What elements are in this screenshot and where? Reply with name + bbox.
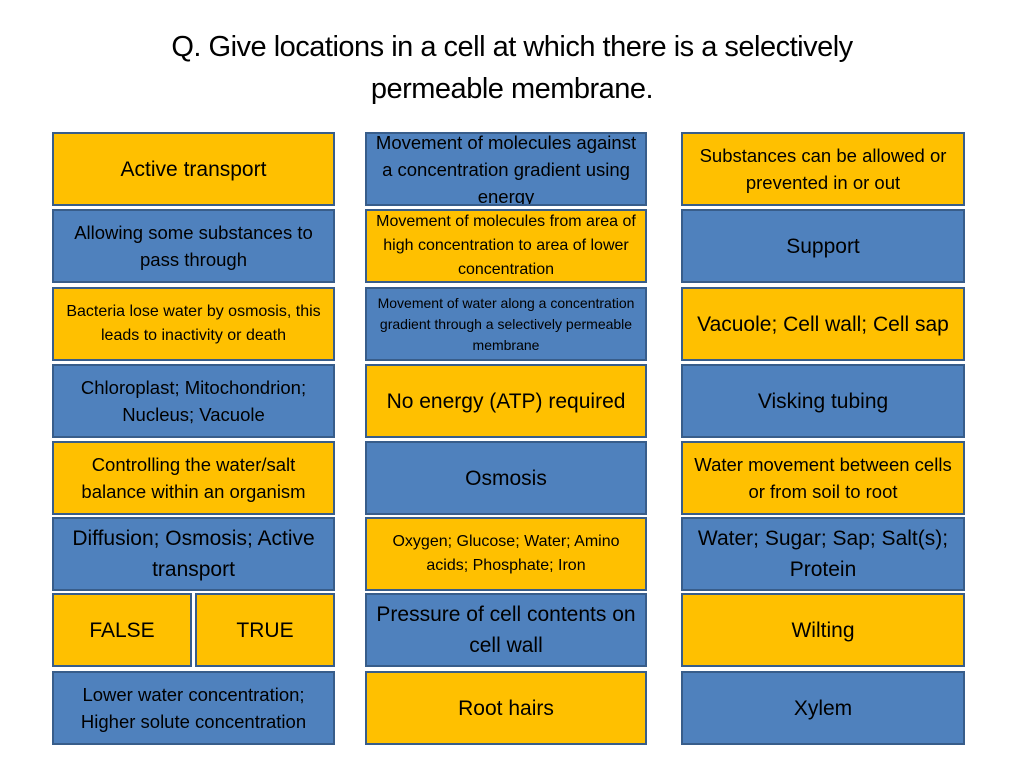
answer-tile[interactable]: Water; Sugar; Sap; Salt(s); Protein [681,517,965,591]
answer-tile[interactable]: Bacteria lose water by osmosis, this lea… [52,287,335,361]
question-title: Q. Give locations in a cell at which the… [0,26,1024,110]
question-title-line-2: permeable membrane. [370,73,654,105]
tile-text: Water movement between cells or from soi… [694,454,952,502]
tile-text: Movement of molecules from area of high … [376,213,636,278]
tile-text: Allowing some substances to pass through [74,222,313,270]
tile-text: No energy (ATP) required [386,389,626,413]
answer-tile[interactable]: No energy (ATP) required [365,364,647,438]
tile-text: Oxygen; Glucose; Water; Amino acids; Pho… [392,533,620,574]
tile-text: Visking tubing [757,389,889,413]
tile-text: Osmosis [465,466,547,490]
tile-text: Wilting [791,618,855,642]
answer-tile[interactable]: Movement of molecules against a concentr… [365,132,647,206]
answer-tile[interactable]: Oxygen; Glucose; Water; Amino acids; Pho… [365,517,647,591]
answer-tile[interactable]: Visking tubing [681,364,965,438]
tile-text: Lower water concentration; Higher solute… [80,684,307,732]
answer-tile[interactable]: Support [681,209,965,283]
answer-tile[interactable]: Movement of water along a concentration … [365,287,647,361]
answer-tile-true[interactable]: TRUE [195,593,335,667]
tile-text: Movement of water along a concentration … [377,294,635,353]
answer-tile[interactable]: Diffusion; Osmosis; Active transport [52,517,335,591]
answer-tile[interactable]: Water movement between cells or from soi… [681,441,965,515]
tile-text: Diffusion; Osmosis; Active transport [72,527,315,581]
tile-text: Controlling the water/salt balance withi… [81,454,306,502]
answer-tile[interactable]: Vacuole; Cell wall; Cell sap [681,287,965,361]
answer-tile-false[interactable]: FALSE [52,593,192,667]
answer-tile[interactable]: Root hairs [365,671,647,745]
tile-text: Chloroplast; Mitochondrion; Nucleus; Vac… [80,377,307,425]
answer-tile[interactable]: Osmosis [365,441,647,515]
answer-tile[interactable]: Allowing some substances to pass through [52,209,335,283]
tile-text: Support [786,234,860,258]
tile-text: FALSE [89,618,155,642]
answer-tile[interactable]: Substances can be allowed or prevented i… [681,132,965,206]
answer-tile[interactable]: Lower water concentration; Higher solute… [52,671,335,745]
answer-tile[interactable]: Controlling the water/salt balance withi… [52,441,335,515]
answer-tile[interactable]: Xylem [681,671,965,745]
tile-text: Vacuole; Cell wall; Cell sap [697,312,949,336]
tile-text: Movement of molecules against a concentr… [375,132,637,206]
answer-tile[interactable]: Pressure of cell contents on cell wall [365,593,647,667]
tile-text: Water; Sugar; Sap; Salt(s); Protein [697,527,949,581]
answer-tile[interactable]: Active transport [52,132,335,206]
tile-text: Active transport [120,157,267,181]
tile-text: Root hairs [458,696,554,720]
tile-text: Substances can be allowed or prevented i… [699,145,947,193]
answer-tile[interactable]: Wilting [681,593,965,667]
answer-tile[interactable]: Movement of molecules from area of high … [365,209,647,283]
tile-text: Bacteria lose water by osmosis, this lea… [66,303,321,344]
tile-text: Xylem [793,696,853,720]
tile-text: Pressure of cell contents on cell wall [376,603,636,657]
tile-text: TRUE [236,618,294,642]
answer-tile[interactable]: Chloroplast; Mitochondrion; Nucleus; Vac… [52,364,335,438]
question-title-line-1: Q. Give locations in a cell at which the… [171,31,853,63]
